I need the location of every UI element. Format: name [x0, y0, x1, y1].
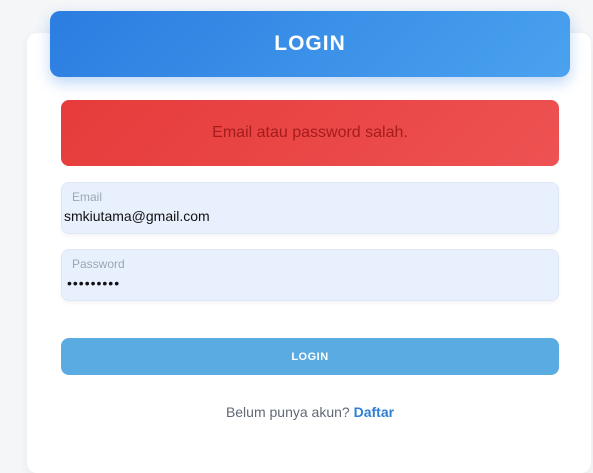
login-header: LOGIN [50, 11, 570, 77]
password-input[interactable] [67, 272, 547, 294]
email-input[interactable] [64, 205, 544, 227]
email-label: Email [72, 190, 103, 204]
error-message: Email atau password salah. [212, 124, 408, 141]
signup-prompt-row: Belum punya akun? Daftar [61, 404, 559, 420]
error-alert: Email atau password salah. [61, 100, 559, 166]
page-title: LOGIN [274, 32, 346, 55]
password-label: Password [72, 257, 125, 271]
signup-link[interactable]: Daftar [354, 404, 394, 420]
signup-prompt-text: Belum punya akun? [225, 404, 350, 420]
password-field[interactable]: Password [61, 249, 559, 301]
email-field[interactable]: Email [61, 182, 559, 234]
login-button[interactable]: LOGIN [61, 338, 559, 375]
